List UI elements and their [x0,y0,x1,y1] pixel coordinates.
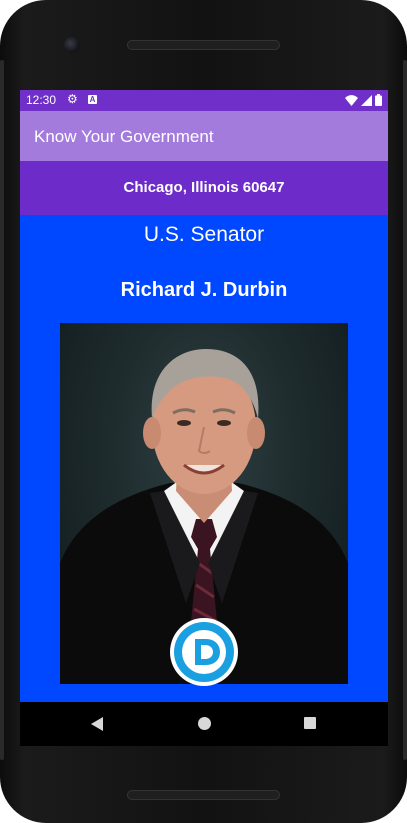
status-icons [345,93,382,107]
location-text: Chicago, Illinois 60647 [123,179,285,196]
front-camera-icon [64,37,80,53]
phone-edge-right [403,60,407,760]
back-icon[interactable] [90,717,104,731]
top-speaker-grille [127,40,280,50]
app-bar: Know Your Government [20,111,388,161]
bottom-speaker-grille [127,790,280,800]
screen: 12:30 ⚙ A Know Your Government Chicago, … [20,90,388,702]
home-icon[interactable] [198,717,211,730]
status-time: 12:30 [26,93,57,107]
signal-icon [361,94,372,106]
status-bar: 12:30 ⚙ A [20,90,388,111]
recents-icon[interactable] [304,717,316,729]
location-bar[interactable]: Chicago, Illinois 60647 [20,161,388,215]
office-title: U.S. Senator [143,223,265,246]
battery-icon [375,94,382,106]
gear-icon: ⚙ [67,92,78,106]
phone-frame: 12:30 ⚙ A Know Your Government Chicago, … [0,0,407,823]
official-name: Richard J. Durbin [120,279,288,301]
phone-edge-left [0,60,4,760]
democratic-party-logo-icon[interactable] [170,618,238,686]
wifi-icon [345,94,358,106]
a-icon: A [88,95,97,104]
nav-bar [20,702,388,746]
app-title: Know Your Government [34,127,214,146]
